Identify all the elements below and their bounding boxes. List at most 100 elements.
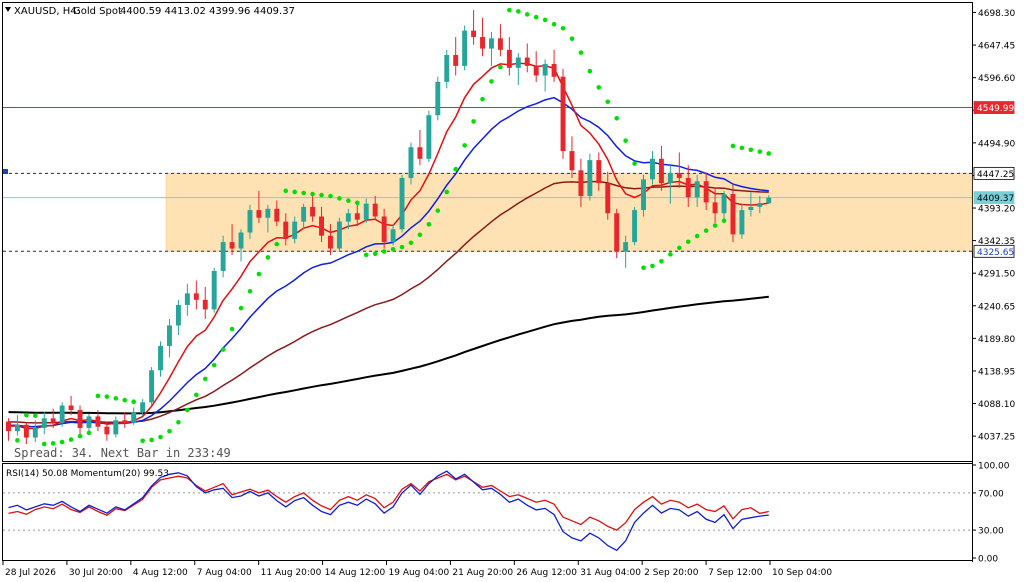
candle-body xyxy=(614,213,620,252)
time-tick-label: 7 Aug 04:00 xyxy=(197,568,252,578)
price-tick-label: 4494.90 xyxy=(978,139,1015,149)
time-tick-label: 28 Jul 2026 xyxy=(5,568,56,578)
price-tick-label: 4189.80 xyxy=(978,335,1015,345)
candle-body xyxy=(59,405,65,423)
candle-body xyxy=(113,420,119,435)
sar-dot xyxy=(712,223,718,228)
candle-body xyxy=(68,405,74,411)
price-tick-label: 4393.20 xyxy=(978,205,1015,215)
spread-next-bar-status: Spread: 34. Next Bar in 233:49 xyxy=(14,446,231,460)
candle-body xyxy=(515,57,521,68)
candle-body xyxy=(167,325,172,346)
candle-body xyxy=(50,418,56,423)
candle-body xyxy=(175,304,181,326)
price-tag-label: 4447.25 xyxy=(977,170,1014,180)
sar-dot xyxy=(122,397,128,403)
sar-dot xyxy=(211,362,217,368)
time-tick-label: 14 Aug 12:00 xyxy=(325,568,386,578)
sar-dot xyxy=(247,288,253,294)
indicator-lines xyxy=(3,470,972,552)
indicator-tick-label: 70.00 xyxy=(978,489,1004,499)
sar-dot xyxy=(408,240,414,246)
time-tick-label: 2 Sep 20:00 xyxy=(644,568,699,578)
sar-dot xyxy=(95,393,101,399)
candle-body xyxy=(694,181,700,198)
sar-dot xyxy=(77,433,83,439)
candle-body xyxy=(319,216,324,236)
price-tick-label: 4240.65 xyxy=(978,302,1015,312)
candle-body xyxy=(6,421,11,432)
sar-dot xyxy=(471,119,476,124)
candle-body xyxy=(542,63,548,76)
candle-body xyxy=(632,210,638,243)
candle-body xyxy=(211,270,217,310)
candle-body xyxy=(390,229,396,243)
sar-dot xyxy=(194,392,199,398)
candle-body xyxy=(86,416,92,428)
supply-demand-zone[interactable] xyxy=(165,173,973,252)
sar-dot xyxy=(739,145,745,151)
candle-body xyxy=(77,410,83,428)
candle-body xyxy=(256,210,262,218)
sar-dot xyxy=(560,25,566,31)
sar-dot xyxy=(516,9,521,14)
time-axis: 28 Jul 2026 30 Jul 20:00 4 Aug 12:00 7 Aug … xyxy=(2,560,832,578)
candle-body xyxy=(766,197,772,204)
price-tag-label: 4549.99 xyxy=(977,104,1014,114)
price-tick-label: 4291.50 xyxy=(978,270,1015,280)
sar-dot xyxy=(131,399,136,405)
sar-dot xyxy=(86,430,92,436)
sar-dot xyxy=(319,192,324,198)
sar-dot xyxy=(283,188,289,194)
sar-dot xyxy=(498,64,503,70)
indicator-tick-label: 100.00 xyxy=(978,462,1010,472)
candle-body xyxy=(292,221,298,239)
sar-dot xyxy=(346,198,351,203)
candle-body xyxy=(310,206,316,217)
candle-body xyxy=(301,206,307,222)
candle-body xyxy=(524,57,530,66)
sar-dot xyxy=(265,255,271,260)
sar-dot xyxy=(399,244,405,250)
sar-dot xyxy=(650,263,655,269)
sar-dot xyxy=(417,232,423,238)
rsi-line xyxy=(8,473,769,531)
sar-dot xyxy=(149,437,154,443)
candle-body xyxy=(328,235,333,249)
candle-body xyxy=(345,213,351,222)
sar-dot xyxy=(641,265,646,271)
sar-dot xyxy=(229,326,235,332)
sar-dot xyxy=(390,246,396,252)
candle-body xyxy=(435,81,441,116)
candle-body xyxy=(480,37,485,49)
header-symbol: XAUUSD, H4: xyxy=(14,6,80,17)
header-ohlc: 4400.59 4413.02 4399.96 4409.37 xyxy=(120,6,295,17)
sar-dot xyxy=(444,189,450,195)
candle-body xyxy=(551,63,557,77)
candle-body xyxy=(220,242,226,271)
sar-dot xyxy=(202,376,208,382)
sar-dot xyxy=(685,239,691,245)
candle-body xyxy=(471,30,477,38)
candle-body xyxy=(506,49,512,68)
candle-body xyxy=(748,206,754,211)
candle-body xyxy=(417,147,423,159)
candle-body xyxy=(489,38,494,49)
ma-20-line xyxy=(8,96,769,428)
chart-canvas[interactable]: 4698.304647.454596.604545.754494.904444.… xyxy=(0,0,1024,582)
time-tick-label: 30 Jul 20:00 xyxy=(69,568,123,578)
sar-dot xyxy=(587,68,593,74)
collapse-arrow-icon[interactable] xyxy=(5,7,11,12)
level-marker-left[interactable] xyxy=(3,169,8,174)
sar-dot xyxy=(256,271,262,277)
candle-body xyxy=(265,208,271,218)
sar-dot xyxy=(605,99,611,105)
sar-dot xyxy=(381,249,387,254)
candle-body xyxy=(193,293,199,300)
sar-dot xyxy=(24,412,29,418)
sar-dot xyxy=(721,218,727,224)
time-tick-label: 26 Aug 12:00 xyxy=(516,568,577,578)
candle-body xyxy=(202,299,208,310)
sar-dot xyxy=(578,50,584,55)
candle-body xyxy=(336,221,342,249)
